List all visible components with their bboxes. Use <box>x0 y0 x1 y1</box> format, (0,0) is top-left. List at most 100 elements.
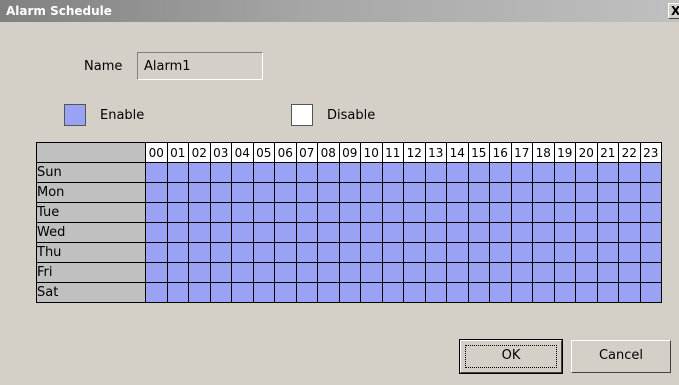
schedule-cell[interactable] <box>317 162 340 183</box>
schedule-cell[interactable] <box>231 162 254 183</box>
schedule-cell[interactable] <box>317 182 340 203</box>
day-label[interactable]: Mon <box>36 182 146 203</box>
schedule-cell[interactable] <box>639 162 662 183</box>
hour-header[interactable]: 09 <box>338 142 361 163</box>
schedule-cell[interactable] <box>446 162 469 183</box>
schedule-cell[interactable] <box>532 282 555 303</box>
schedule-cell[interactable] <box>553 262 576 283</box>
schedule-cell[interactable] <box>360 162 383 183</box>
schedule-cell[interactable] <box>295 282 318 303</box>
schedule-cell[interactable] <box>639 262 662 283</box>
schedule-cell[interactable] <box>360 202 383 223</box>
schedule-cell[interactable] <box>231 242 254 263</box>
schedule-cell[interactable] <box>360 222 383 243</box>
schedule-cell[interactable] <box>145 202 168 223</box>
schedule-cell[interactable] <box>618 202 641 223</box>
schedule-cell[interactable] <box>295 182 318 203</box>
schedule-cell[interactable] <box>252 162 275 183</box>
schedule-cell[interactable] <box>446 222 469 243</box>
schedule-cell[interactable] <box>596 242 619 263</box>
schedule-cell[interactable] <box>446 202 469 223</box>
schedule-cell[interactable] <box>209 182 232 203</box>
schedule-cell[interactable] <box>317 222 340 243</box>
hour-header[interactable]: 16 <box>489 142 512 163</box>
schedule-cell[interactable] <box>252 262 275 283</box>
schedule-cell[interactable] <box>403 202 426 223</box>
schedule-cell[interactable] <box>489 202 512 223</box>
name-field[interactable]: Alarm1 <box>137 52 263 80</box>
schedule-cell[interactable] <box>188 202 211 223</box>
hour-header[interactable]: 05 <box>252 142 275 163</box>
schedule-cell[interactable] <box>467 282 490 303</box>
schedule-cell[interactable] <box>403 182 426 203</box>
hour-header[interactable]: 12 <box>403 142 426 163</box>
schedule-cell[interactable] <box>209 162 232 183</box>
hour-header[interactable]: 15 <box>467 142 490 163</box>
schedule-cell[interactable] <box>381 162 404 183</box>
cancel-button[interactable]: Cancel <box>571 340 671 373</box>
schedule-cell[interactable] <box>532 182 555 203</box>
title-bar[interactable]: Alarm Schedule X <box>0 0 679 22</box>
hour-header[interactable]: 13 <box>424 142 447 163</box>
hour-header[interactable]: 04 <box>231 142 254 163</box>
hour-header[interactable]: 11 <box>381 142 404 163</box>
schedule-cell[interactable] <box>295 202 318 223</box>
schedule-cell[interactable] <box>274 262 297 283</box>
schedule-cell[interactable] <box>532 262 555 283</box>
schedule-cell[interactable] <box>209 242 232 263</box>
schedule-cell[interactable] <box>639 182 662 203</box>
schedule-cell[interactable] <box>252 242 275 263</box>
schedule-cell[interactable] <box>532 222 555 243</box>
schedule-cell[interactable] <box>489 282 512 303</box>
schedule-cell[interactable] <box>317 262 340 283</box>
schedule-cell[interactable] <box>446 182 469 203</box>
schedule-cell[interactable] <box>188 222 211 243</box>
schedule-cell[interactable] <box>424 282 447 303</box>
hour-header[interactable]: 22 <box>618 142 641 163</box>
schedule-cell[interactable] <box>510 262 533 283</box>
schedule-cell[interactable] <box>403 242 426 263</box>
day-label[interactable]: Sat <box>36 282 146 303</box>
schedule-cell[interactable] <box>596 182 619 203</box>
schedule-cell[interactable] <box>166 222 189 243</box>
schedule-cell[interactable] <box>424 222 447 243</box>
schedule-cell[interactable] <box>618 222 641 243</box>
schedule-cell[interactable] <box>510 182 533 203</box>
hour-header[interactable]: 10 <box>360 142 383 163</box>
schedule-cell[interactable] <box>489 222 512 243</box>
schedule-cell[interactable] <box>575 202 598 223</box>
schedule-cell[interactable] <box>381 242 404 263</box>
schedule-cell[interactable] <box>596 222 619 243</box>
schedule-cell[interactable] <box>231 282 254 303</box>
schedule-cell[interactable] <box>274 222 297 243</box>
hour-header[interactable]: 18 <box>532 142 555 163</box>
schedule-cell[interactable] <box>381 262 404 283</box>
schedule-cell[interactable] <box>145 282 168 303</box>
schedule-cell[interactable] <box>424 262 447 283</box>
schedule-cell[interactable] <box>446 262 469 283</box>
hour-header[interactable]: 19 <box>553 142 576 163</box>
schedule-cell[interactable] <box>532 242 555 263</box>
schedule-cell[interactable] <box>166 162 189 183</box>
schedule-cell[interactable] <box>274 182 297 203</box>
schedule-cell[interactable] <box>231 222 254 243</box>
schedule-cell[interactable] <box>489 162 512 183</box>
ok-button[interactable]: OK <box>459 339 563 374</box>
schedule-cell[interactable] <box>553 162 576 183</box>
schedule-cell[interactable] <box>295 262 318 283</box>
schedule-cell[interactable] <box>145 242 168 263</box>
schedule-cell[interactable] <box>639 222 662 243</box>
schedule-cell[interactable] <box>274 282 297 303</box>
schedule-cell[interactable] <box>467 162 490 183</box>
schedule-cell[interactable] <box>403 262 426 283</box>
schedule-cell[interactable] <box>360 182 383 203</box>
schedule-cell[interactable] <box>166 282 189 303</box>
schedule-cell[interactable] <box>532 162 555 183</box>
schedule-cell[interactable] <box>596 202 619 223</box>
schedule-cell[interactable] <box>166 182 189 203</box>
schedule-cell[interactable] <box>188 282 211 303</box>
hour-header[interactable]: 03 <box>209 142 232 163</box>
schedule-cell[interactable] <box>618 262 641 283</box>
schedule-cell[interactable] <box>424 182 447 203</box>
day-label[interactable]: Sun <box>36 162 146 183</box>
